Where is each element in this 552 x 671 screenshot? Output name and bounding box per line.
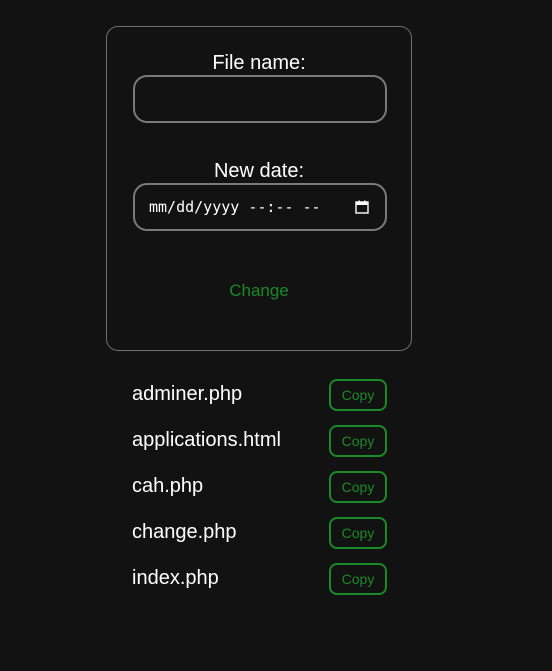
file-name: adminer.php [132,383,243,405]
copy-button[interactable]: Copy [329,517,387,549]
new-date-input[interactable]: mm/dd/yyyy --:-- -- [133,183,387,231]
copy-button[interactable]: Copy [329,379,387,411]
file-name-label: File name: [212,52,306,74]
copy-button[interactable]: Copy [329,425,387,457]
change-date-form: File name: New date: mm/dd/yyyy --:-- --… [106,26,412,351]
new-date-label: New date: [213,160,305,182]
file-row: adminer.php Copy [132,378,392,424]
file-name-input[interactable] [133,75,387,123]
file-row: applications.html Copy [132,424,392,470]
copy-button[interactable]: Copy [329,471,387,503]
file-row: index.php Copy [132,562,392,608]
date-placeholder: mm/dd/yyyy --:-- -- [149,198,321,216]
file-name: index.php [132,567,219,589]
calendar-icon[interactable] [355,200,369,214]
copy-button[interactable]: Copy [329,563,387,595]
file-row: change.php Copy [132,516,392,562]
file-row: cah.php Copy [132,470,392,516]
file-list: adminer.php Copy applications.html Copy … [132,378,392,608]
file-name: cah.php [132,475,204,497]
change-button[interactable]: Change [107,281,411,301]
file-name: change.php [132,521,237,543]
file-name: applications.html [132,429,281,451]
